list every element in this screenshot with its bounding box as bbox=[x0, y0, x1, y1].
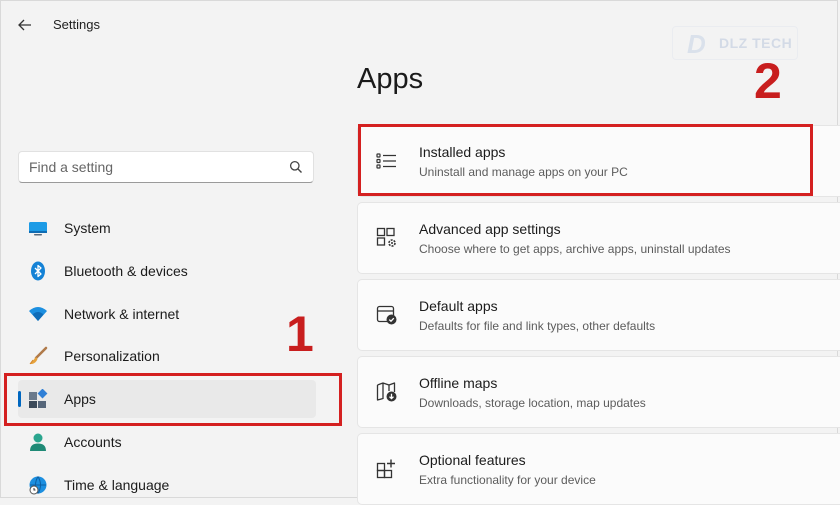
search-box[interactable] bbox=[18, 151, 314, 183]
sidebar-item-time-language[interactable]: Time & language bbox=[18, 466, 316, 504]
apps-gear-icon bbox=[376, 227, 396, 247]
back-button[interactable] bbox=[14, 14, 36, 36]
annotation-box-installed-apps bbox=[358, 124, 813, 196]
card-optional-features[interactable]: Optional features Extra functionality fo… bbox=[357, 433, 840, 505]
wifi-icon bbox=[29, 307, 47, 321]
sidebar-item-personalization[interactable]: Personalization bbox=[18, 337, 316, 375]
sidebar-item-network[interactable]: Network & internet bbox=[18, 295, 316, 333]
default-apps-icon bbox=[376, 305, 397, 325]
annotation-number-2: 2 bbox=[754, 53, 782, 109]
card-subtitle: Defaults for file and link types, other … bbox=[419, 319, 656, 333]
sidebar-item-label: Bluetooth & devices bbox=[64, 263, 188, 279]
sidebar-item-label: Time & language bbox=[64, 477, 170, 493]
card-subtitle: Extra functionality for your device bbox=[419, 473, 596, 487]
annotation-number-1: 1 bbox=[286, 306, 314, 362]
map-download-icon bbox=[376, 382, 397, 402]
globe-clock-icon bbox=[29, 476, 47, 495]
card-advanced-app-settings[interactable]: Advanced app settings Choose where to ge… bbox=[357, 202, 840, 274]
person-icon bbox=[30, 433, 46, 451]
sidebar-item-label: Accounts bbox=[64, 434, 122, 450]
search-input[interactable] bbox=[29, 152, 279, 182]
sidebar-item-accounts[interactable]: Accounts bbox=[18, 423, 316, 461]
sidebar-item-label: Network & internet bbox=[64, 306, 180, 322]
search-icon[interactable] bbox=[289, 160, 303, 174]
sidebar-item-label: Personalization bbox=[64, 348, 160, 364]
card-offline-maps[interactable]: Offline maps Downloads, storage location… bbox=[357, 356, 840, 428]
bluetooth-icon bbox=[31, 261, 45, 281]
card-title: Advanced app settings bbox=[419, 221, 561, 237]
card-title: Offline maps bbox=[419, 375, 498, 391]
back-arrow-icon bbox=[18, 19, 31, 31]
sidebar-item-system[interactable]: System bbox=[18, 209, 316, 247]
page-title: Apps bbox=[357, 63, 424, 95]
card-title: Optional features bbox=[419, 452, 526, 468]
card-title: Default apps bbox=[419, 298, 498, 314]
add-grid-icon bbox=[376, 459, 395, 479]
card-subtitle: Choose where to get apps, archive apps, … bbox=[419, 242, 731, 256]
sidebar-item-label: System bbox=[64, 220, 111, 236]
system-monitor-icon bbox=[29, 222, 47, 236]
card-default-apps[interactable]: Default apps Defaults for file and link … bbox=[357, 279, 840, 351]
sidebar-item-bluetooth[interactable]: Bluetooth & devices bbox=[18, 252, 316, 290]
card-subtitle: Downloads, storage location, map updates bbox=[419, 396, 646, 410]
annotation-box-apps bbox=[4, 373, 342, 426]
paintbrush-icon bbox=[29, 346, 48, 365]
window-title: Settings bbox=[53, 17, 100, 32]
